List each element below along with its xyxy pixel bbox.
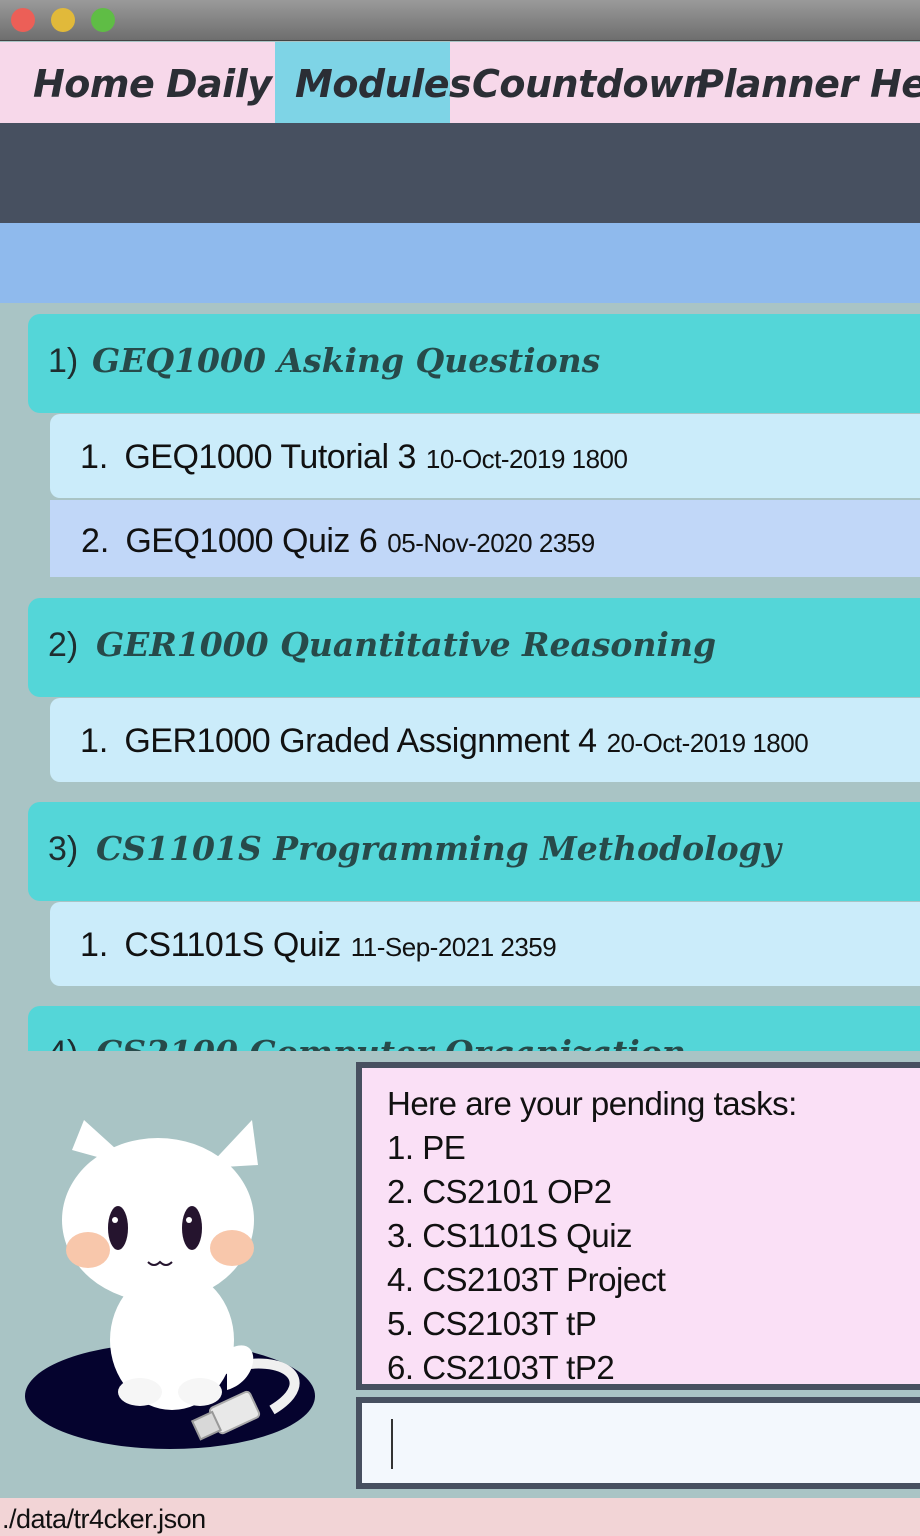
module-card-geq1000[interactable]: 1) GEQ1000 Asking Questions — [28, 314, 920, 413]
task-name: CS1101S Quiz — [124, 926, 341, 964]
result-item: 5. CS2103T tP — [387, 1305, 597, 1342]
module-number: 3) — [48, 830, 79, 868]
close-window-button[interactable] — [11, 8, 35, 32]
text-caret — [391, 1419, 393, 1469]
module-card-cs1101s[interactable]: 3) CS1101S Programming Methodology — [28, 802, 920, 901]
status-bar: ./data/tr4cker.json — [0, 1498, 920, 1536]
minimize-window-button[interactable] — [51, 8, 75, 32]
task-row[interactable]: 1. CS1101S Quiz 11-Sep-2021 2359 — [50, 902, 920, 986]
command-input[interactable] — [362, 1403, 920, 1483]
module-list[interactable]: 1) GEQ1000 Asking Questions 1. GEQ1000 Tu… — [0, 303, 920, 1051]
maximize-window-button[interactable] — [91, 8, 115, 32]
task-number: 1. — [80, 438, 109, 476]
task-deadline: 10-Oct-2019 1800 — [425, 444, 628, 474]
toolbar-band — [0, 123, 920, 223]
module-number: 2) — [48, 626, 79, 664]
status-file-path: ./data/tr4cker.json — [2, 1504, 206, 1534]
module-title: GEQ1000 Asking Questions — [92, 341, 601, 380]
window-title-bar — [0, 0, 920, 41]
task-number: 1. — [80, 722, 109, 760]
result-item: 4. CS2103T Project — [387, 1261, 666, 1298]
white-cat-mascot-icon — [25, 1120, 315, 1449]
result-item: 1. PE — [387, 1129, 466, 1166]
result-item: 6. CS2103T tP2 — [387, 1349, 615, 1386]
command-box — [356, 1397, 920, 1489]
task-name: GER1000 Graded Assignment 4 — [124, 722, 597, 760]
tab-help[interactable]: Help — [850, 42, 920, 123]
tab-daily[interactable]: Daily — [146, 42, 292, 123]
tab-modules[interactable]: Modules — [275, 42, 472, 123]
module-card-ger1000[interactable]: 2) GER1000 Quantitative Reasoning — [28, 598, 920, 697]
module-title: CS2100 Computer Organization — [96, 1006, 686, 1051]
tab-bar: Home Daily Modules Countdown Planner Hel… — [0, 42, 920, 123]
result-display: Here are your pending tasks: 1. PE 2. CS… — [356, 1062, 920, 1390]
task-deadline: 20-Oct-2019 1800 — [606, 728, 809, 758]
header-band — [0, 223, 920, 303]
task-row[interactable]: 1. GER1000 Graded Assignment 4 20-Oct-2019… — [50, 698, 920, 782]
module-number: 4) — [48, 1006, 78, 1051]
task-name: GEQ1000 Quiz 6 — [125, 522, 378, 560]
task-deadline: 05-Nov-2020 2359 — [387, 528, 595, 558]
task-row[interactable]: 1. GEQ1000 Tutorial 3 10-Oct-2019 1800 — [50, 414, 920, 498]
module-number: 1) — [48, 342, 79, 380]
module-title: CS1101S Programming Methodology — [96, 829, 781, 868]
module-title: GER1000 Quantitative Reasoning — [96, 625, 717, 664]
task-row[interactable]: 2. GEQ1000 Quiz 6 05-Nov-2020 2359 — [50, 500, 920, 577]
task-name: GEQ1000 Tutorial 3 — [124, 438, 416, 476]
task-number: 1. — [80, 926, 109, 964]
result-header: Here are your pending tasks: — [387, 1085, 797, 1122]
result-item: 3. CS1101S Quiz — [387, 1217, 633, 1254]
result-item: 2. CS2101 OP2 — [387, 1173, 612, 1210]
tab-planner[interactable]: Planner — [676, 42, 878, 123]
task-number: 2. — [81, 522, 110, 560]
module-card-cs2100[interactable]: 4) CS2100 Computer Organization — [28, 1006, 920, 1051]
task-deadline: 11-Sep-2021 2359 — [350, 932, 557, 962]
